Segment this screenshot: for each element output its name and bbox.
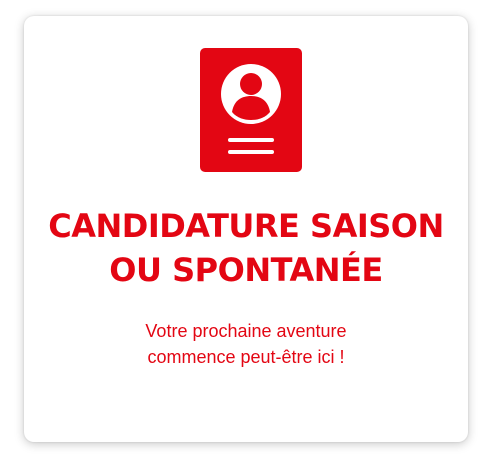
card-subtitle-line-2: commence peut-être ici ! (147, 347, 345, 367)
application-card[interactable]: CANDIDATURE SAISON OU SPONTANÉE Votre pr… (24, 16, 468, 442)
card-subtitle: Votre prochaine aventure commence peut-ê… (24, 318, 468, 370)
card-subtitle-line-1: Votre prochaine aventure (145, 321, 347, 341)
page: CANDIDATURE SAISON OU SPONTANÉE Votre pr… (0, 0, 486, 469)
card-title: CANDIDATURE SAISON OU SPONTANÉE (24, 204, 468, 292)
card-title-line-2: OU SPONTANÉE (109, 251, 383, 289)
card-title-line-1: CANDIDATURE SAISON (48, 207, 444, 245)
id-badge-icon (200, 48, 302, 172)
